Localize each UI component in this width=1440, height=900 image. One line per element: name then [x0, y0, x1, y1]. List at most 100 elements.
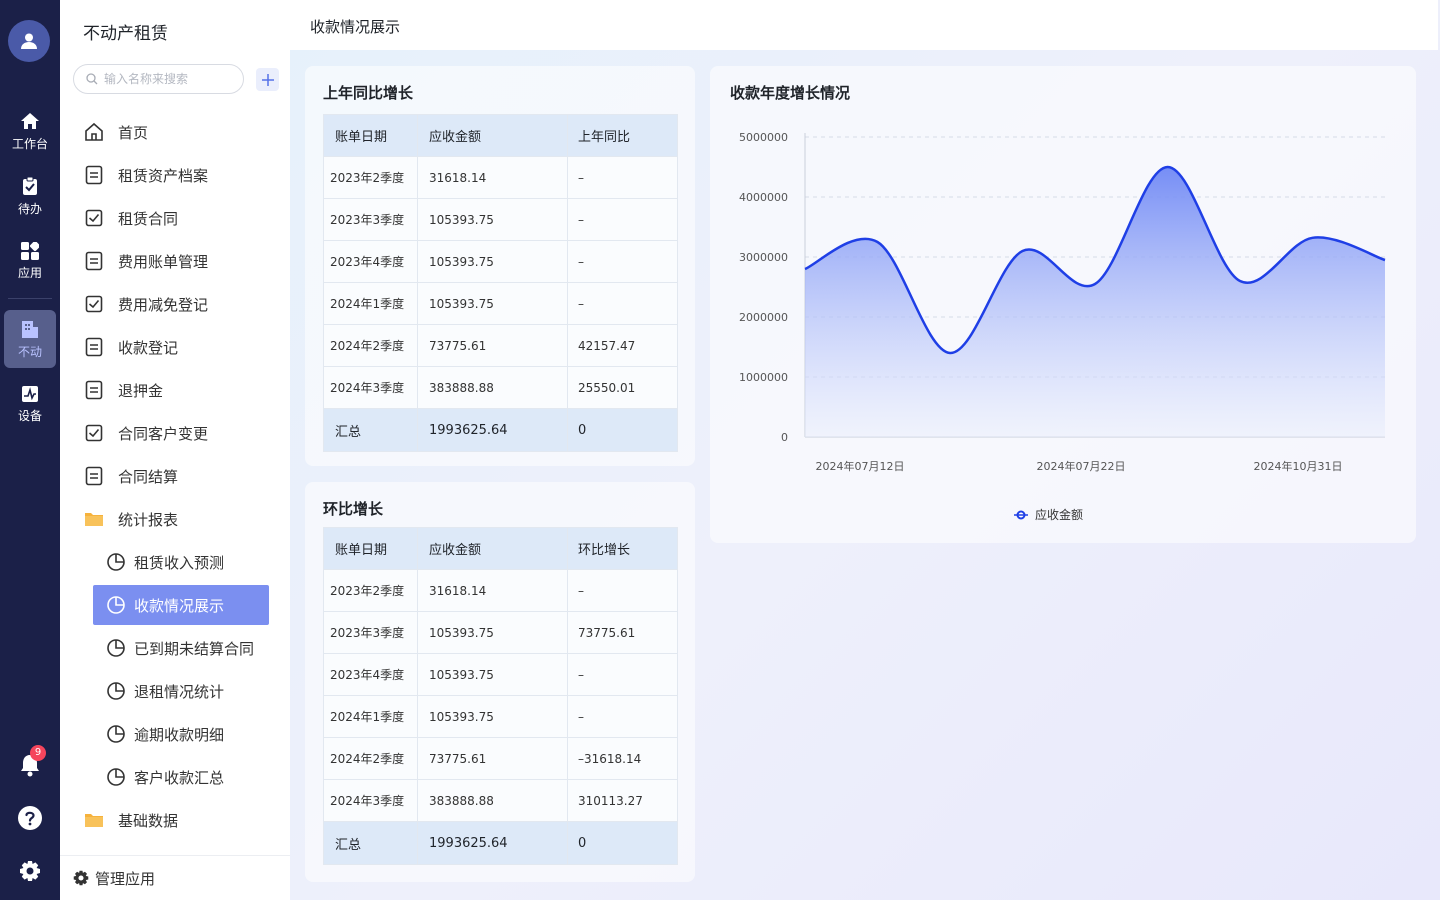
table-cell: 2023年2季度 [323, 156, 418, 199]
plus-icon [261, 73, 274, 86]
menu-item-termination-stats[interactable]: 退租情况统计 [93, 671, 269, 711]
menu-item-label: 合同客户变更 [118, 424, 209, 443]
column-header: 上年同比 [567, 114, 678, 157]
column-header: 环比增长 [567, 527, 678, 570]
table-cell: 383888.88 [417, 779, 568, 822]
rail-item-label: 应用 [17, 265, 42, 280]
menu-item-home[interactable]: 首页 [83, 112, 269, 152]
notification-button[interactable]: 9 [0, 745, 60, 777]
menu-item-payment-register[interactable]: 收款登记 [83, 327, 269, 367]
table-cell: 2023年3季度 [323, 198, 418, 241]
table-cell: 2023年3季度 [323, 611, 418, 654]
table-row: 2024年2季度 73775.61 –31618.14 [323, 737, 678, 780]
table-cell: 2024年1季度 [323, 282, 418, 325]
table-header-row: 账单日期 应收金额 上年同比 [323, 114, 678, 157]
settings-button[interactable] [0, 860, 60, 882]
menu-item-bill-management[interactable]: 费用账单管理 [83, 241, 269, 281]
rail-item-label: 设备 [17, 408, 42, 423]
table-row: 2024年2季度 73775.61 42157.47 [323, 324, 678, 367]
checkbox-icon [83, 422, 105, 444]
document-icon [83, 379, 105, 401]
app-title: 不动产租赁 [83, 24, 168, 44]
rail-item-workbench[interactable]: 工作台 [4, 102, 56, 160]
menu-item-lease-contract[interactable]: 租赁合同 [83, 198, 269, 238]
menu-item-overdue-detail[interactable]: 逾期收款明细 [93, 714, 269, 754]
pie-chart-icon [105, 594, 127, 616]
gear-icon [20, 861, 40, 881]
table-row: 2023年4季度 105393.75– [323, 653, 678, 696]
pie-chart-icon [105, 637, 127, 659]
search-box[interactable] [73, 64, 244, 94]
area-chart: 0 1000000 2000000 3000000 4000000 5000000 2024… [739, 131, 1386, 522]
pie-chart-icon [105, 551, 127, 573]
rail-item-device[interactable]: 设备 [4, 375, 56, 433]
menu-item-label: 退租情况统计 [134, 682, 225, 701]
table-cell: 2024年2季度 [323, 324, 418, 367]
document-icon [83, 465, 105, 487]
menu-item-income-forecast[interactable]: 租赁收入预测 [93, 542, 269, 582]
mom-table: 账单日期 应收金额 环比增长 2023年2季度 31618.14– 2023年3季… [323, 527, 678, 865]
rail-item-label: 不动 [17, 344, 42, 359]
clipboard-icon [23, 176, 37, 195]
y-tick-label: 1000000 [739, 371, 788, 384]
pie-chart-icon [105, 680, 127, 702]
rail-item-todo[interactable]: 待办 [4, 167, 56, 225]
table-cell: 0 [567, 821, 678, 865]
table-cell: 105393.75 [417, 611, 568, 654]
table-cell: 2024年3季度 [323, 366, 418, 409]
help-button[interactable] [0, 805, 60, 831]
menu-item-deposit-refund[interactable]: 退押金 [83, 370, 269, 410]
user-avatar[interactable] [8, 20, 50, 62]
table-row: 2024年3季度 383888.88 310113.27 [323, 779, 678, 822]
search-input[interactable] [104, 72, 232, 86]
menu-item-label: 租赁合同 [118, 209, 179, 228]
column-header: 账单日期 [323, 114, 418, 157]
rail-item-label: 工作台 [11, 136, 48, 151]
menu-item-statistics[interactable]: 统计报表 [83, 499, 269, 539]
add-button[interactable] [256, 68, 279, 91]
menu-item-asset-archive[interactable]: 租赁资产档案 [83, 155, 269, 195]
menu-item-customer-change[interactable]: 合同客户变更 [83, 413, 269, 453]
table-cell: 汇总 [323, 821, 418, 865]
table-total-row: 汇总 1993625.64 0 [323, 821, 678, 865]
table-cell: 73775.61 [417, 737, 568, 780]
home-icon [21, 112, 39, 129]
table-cell: – [567, 569, 678, 612]
user-icon [21, 33, 37, 49]
menu-item-label: 合同结算 [118, 467, 179, 486]
menu-item-payment-overview[interactable]: 收款情况展示 [93, 585, 269, 625]
sidebar: 不动产租赁 首页 租赁资产档案 租赁合同 费用账单管理 费用减免登记 收 [60, 0, 290, 900]
table-cell: 0 [567, 408, 678, 452]
menu-item-label: 费用账单管理 [118, 252, 209, 271]
table-cell: 105393.75 [417, 695, 568, 738]
chart-card: 收款年度增长情况 0 1000000 2000000 3000000 4000000 50… [710, 66, 1416, 543]
top-bar: 收款情况展示 [290, 0, 1438, 50]
menu-item-label: 租赁资产档案 [118, 166, 209, 185]
table-cell: 31618.14 [417, 569, 568, 612]
gear-icon [73, 870, 89, 886]
rail-item-apps[interactable]: 应用 [4, 232, 56, 290]
manage-app-button[interactable]: 管理应用 [60, 855, 290, 900]
table-cell: 31618.14 [417, 156, 568, 199]
notification-badge: 9 [30, 745, 46, 761]
menu-item-customer-summary[interactable]: 客户收款汇总 [93, 757, 269, 797]
table-cell: – [567, 156, 678, 199]
document-icon [83, 336, 105, 358]
table-cell: 汇总 [323, 408, 418, 452]
table-cell: 2023年4季度 [323, 653, 418, 696]
menu-item-expired-unsettled[interactable]: 已到期未结算合同 [93, 628, 269, 668]
document-icon [83, 250, 105, 272]
menu-item-label: 租赁收入预测 [134, 553, 225, 572]
menu-item-contract-settlement[interactable]: 合同结算 [83, 456, 269, 496]
manage-app-label: 管理应用 [95, 869, 156, 888]
rail-item-realestate[interactable]: 不动 [4, 310, 56, 368]
table-header-row: 账单日期 应收金额 环比增长 [323, 527, 678, 570]
column-header: 应收金额 [417, 527, 568, 570]
table-cell: – [567, 695, 678, 738]
menu-item-base-data[interactable]: 基础数据 [83, 800, 269, 840]
page-title: 收款情况展示 [310, 18, 401, 36]
table-cell: 73775.61 [417, 324, 568, 367]
table-row: 2023年3季度 105393.75– [323, 198, 678, 241]
menu-item-fee-waiver[interactable]: 费用减免登记 [83, 284, 269, 324]
home-outline-icon [83, 121, 105, 143]
